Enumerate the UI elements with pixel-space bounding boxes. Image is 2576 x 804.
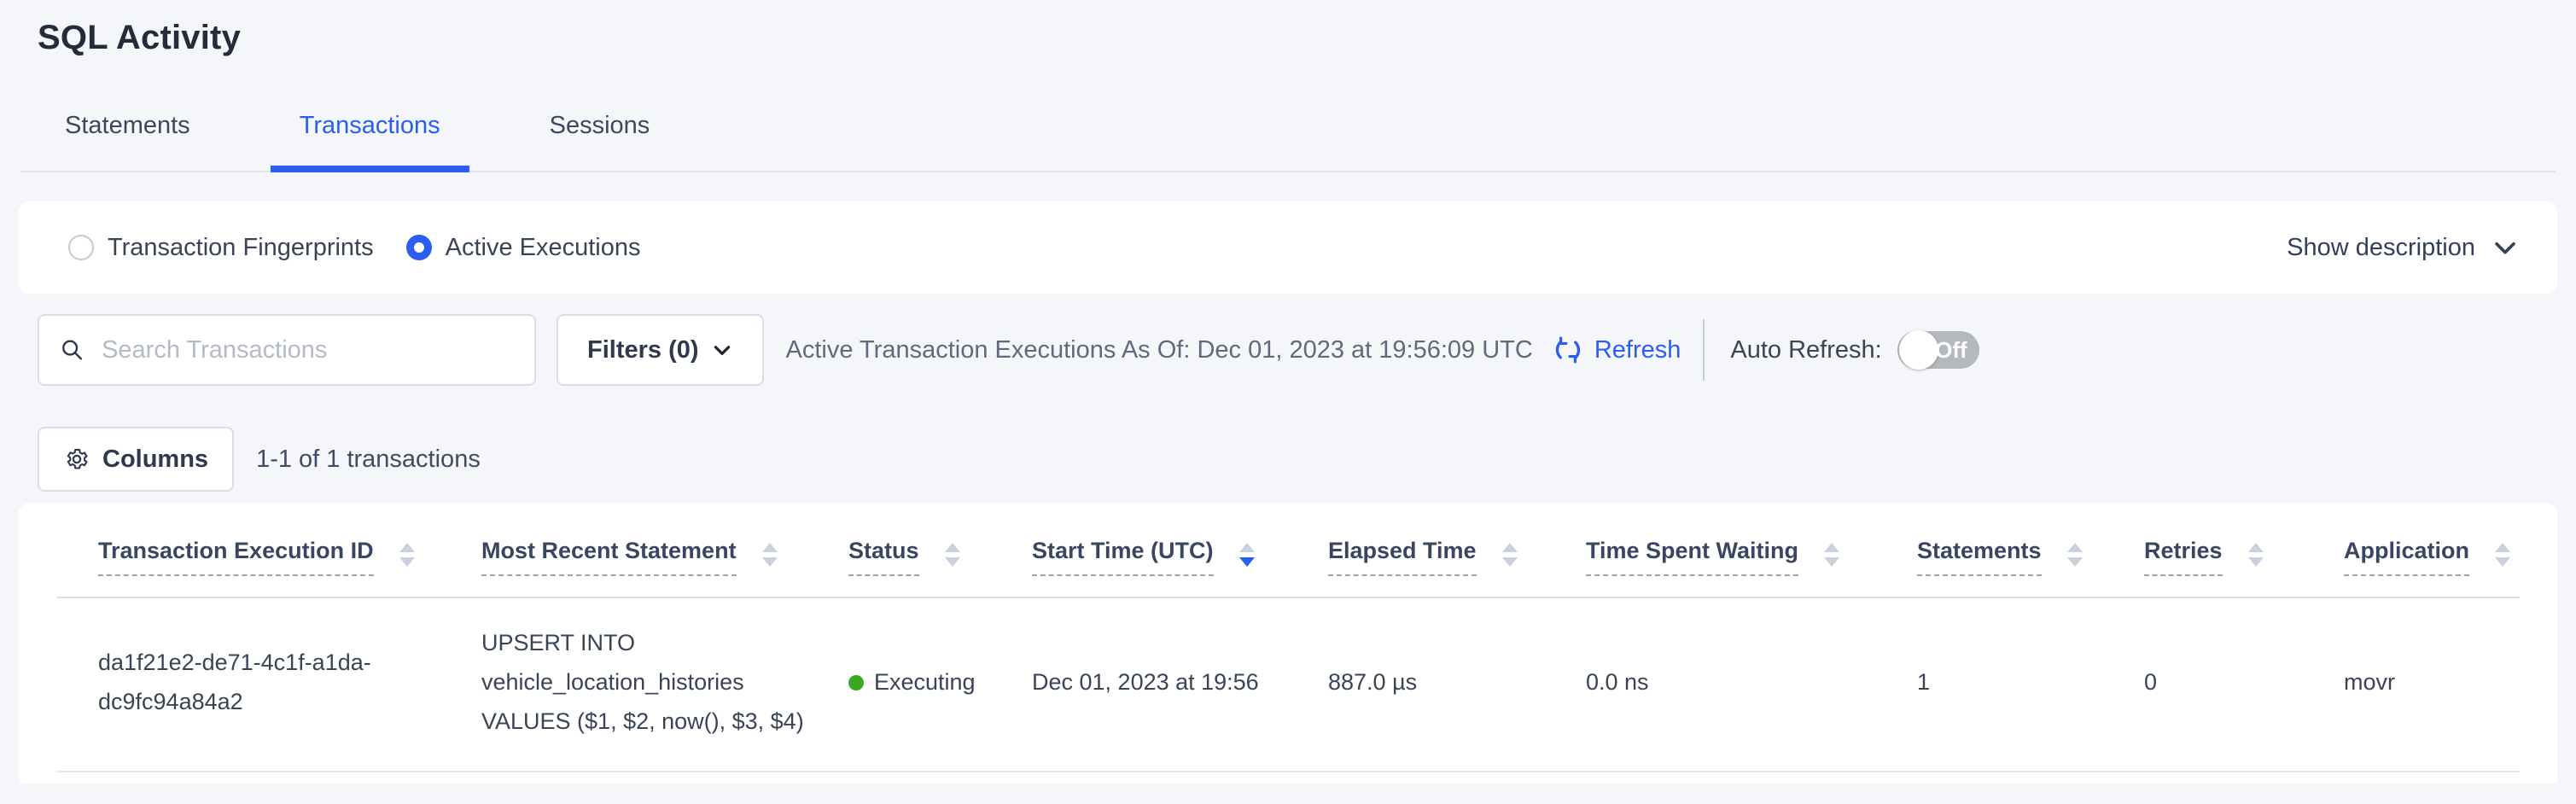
column-header-status: Status bbox=[848, 538, 1032, 576]
executing-status-icon bbox=[848, 675, 864, 690]
columns-label: Columns bbox=[102, 446, 208, 474]
table-row: da1f21e2-de71-4c1f-a1da-dc9fc94a84a2 UPS… bbox=[56, 598, 2520, 772]
status-label: Executing bbox=[874, 663, 976, 702]
sort-control[interactable] bbox=[2248, 543, 2264, 567]
tab-bar: Statements Transactions Sessions bbox=[20, 112, 2556, 172]
sort-control[interactable] bbox=[1824, 543, 1839, 567]
chevron-down-icon bbox=[2491, 233, 2520, 262]
toggle-knob[interactable] bbox=[1899, 330, 1938, 370]
show-description-label[interactable]: Show description bbox=[2287, 234, 2475, 262]
view-mode-radio-group: Transaction Fingerprints Active Executio… bbox=[68, 234, 2287, 262]
sort-control[interactable] bbox=[1502, 543, 1518, 567]
cell-status: Executing bbox=[848, 663, 1032, 702]
sort-control-active-desc[interactable] bbox=[1239, 543, 1255, 567]
radio-label[interactable]: Active Executions bbox=[446, 234, 641, 262]
column-header-label[interactable]: Elapsed Time bbox=[1328, 538, 1477, 576]
column-header-transaction-execution-id: Transaction Execution ID bbox=[98, 538, 481, 576]
sql-activity-page: SQL Activity Statements Transactions Ses… bbox=[0, 19, 2576, 804]
auto-refresh-label: Auto Refresh: bbox=[1730, 336, 1881, 364]
search-icon bbox=[60, 336, 85, 364]
auto-refresh-toggle[interactable]: Off bbox=[1897, 331, 1979, 369]
column-header-label[interactable]: Most Recent Statement bbox=[481, 538, 737, 576]
radio-unselected-icon[interactable] bbox=[68, 235, 94, 260]
refresh-control[interactable]: Refresh bbox=[1552, 334, 1681, 366]
column-header-label[interactable]: Retries bbox=[2144, 538, 2223, 576]
column-header-application: Application bbox=[2344, 538, 2520, 576]
radio-active-executions[interactable]: Active Executions bbox=[406, 234, 641, 262]
view-selector-card: Transaction Fingerprints Active Executio… bbox=[19, 201, 2557, 294]
search-input[interactable] bbox=[102, 336, 517, 364]
filters-button[interactable]: Filters (0) bbox=[557, 314, 764, 386]
radio-selected-icon[interactable] bbox=[406, 235, 432, 260]
cell-start-time: Dec 01, 2023 at 19:56 bbox=[1032, 663, 1328, 702]
column-header-elapsed-time: Elapsed Time bbox=[1328, 538, 1586, 576]
sort-control[interactable] bbox=[762, 543, 778, 567]
filters-label: Filters (0) bbox=[587, 336, 699, 364]
column-header-label[interactable]: Start Time (UTC) bbox=[1032, 538, 1214, 576]
column-header-label[interactable]: Statements bbox=[1917, 538, 2042, 576]
cell-application: movr bbox=[2344, 663, 2520, 702]
refresh-link[interactable]: Refresh bbox=[1594, 336, 1681, 364]
sort-control[interactable] bbox=[2495, 543, 2510, 567]
column-header-start-time: Start Time (UTC) bbox=[1032, 538, 1328, 576]
vertical-divider bbox=[1703, 319, 1705, 381]
cell-elapsed-time: 887.0 µs bbox=[1328, 663, 1586, 702]
table-toolbar: Columns 1-1 of 1 transactions bbox=[38, 427, 2557, 492]
sort-control[interactable] bbox=[399, 543, 415, 567]
cell-most-recent-statement: UPSERT INTO vehicle_location_histories V… bbox=[481, 624, 840, 742]
column-header-retries: Retries bbox=[2144, 538, 2344, 576]
column-header-time-spent-waiting: Time Spent Waiting bbox=[1586, 538, 1917, 576]
transactions-table-card: Transaction Execution ID Most Recent Sta… bbox=[19, 504, 2557, 784]
chevron-down-icon bbox=[711, 339, 733, 361]
as-of-timestamp: Active Transaction Executions As Of: Dec… bbox=[786, 336, 1533, 364]
column-header-statements: Statements bbox=[1917, 538, 2144, 576]
table-header-row: Transaction Execution ID Most Recent Sta… bbox=[56, 504, 2520, 598]
column-header-label[interactable]: Status bbox=[848, 538, 919, 576]
tab-transactions[interactable]: Transactions bbox=[271, 112, 469, 172]
tab-statements[interactable]: Statements bbox=[36, 112, 219, 172]
cell-transaction-execution-id: da1f21e2-de71-4c1f-a1da-dc9fc94a84a2 bbox=[98, 644, 457, 722]
page-title: SQL Activity bbox=[38, 19, 2576, 57]
search-box[interactable] bbox=[38, 314, 536, 386]
column-header-most-recent-statement: Most Recent Statement bbox=[481, 538, 848, 576]
sort-control[interactable] bbox=[2067, 543, 2083, 567]
radio-transaction-fingerprints[interactable]: Transaction Fingerprints bbox=[68, 234, 374, 262]
column-header-label[interactable]: Transaction Execution ID bbox=[98, 538, 374, 576]
toggle-state-label: Off bbox=[1935, 337, 1967, 364]
cell-statements: 1 bbox=[1917, 663, 2144, 702]
column-header-label[interactable]: Application bbox=[2344, 538, 2469, 576]
result-count: 1-1 of 1 transactions bbox=[256, 446, 481, 474]
sort-control[interactable] bbox=[945, 543, 960, 567]
controls-row: Filters (0) Active Transaction Execution… bbox=[38, 314, 2557, 386]
refresh-icon[interactable] bbox=[1552, 334, 1584, 366]
cell-time-spent-waiting: 0.0 ns bbox=[1586, 663, 1917, 702]
columns-button[interactable]: Columns bbox=[38, 427, 234, 492]
gear-icon bbox=[63, 446, 90, 473]
radio-label[interactable]: Transaction Fingerprints bbox=[108, 234, 374, 262]
cell-retries: 0 bbox=[2144, 663, 2344, 702]
tab-sessions[interactable]: Sessions bbox=[521, 112, 679, 172]
show-description-toggle[interactable]: Show description bbox=[2287, 233, 2520, 262]
column-header-label[interactable]: Time Spent Waiting bbox=[1586, 538, 1798, 576]
